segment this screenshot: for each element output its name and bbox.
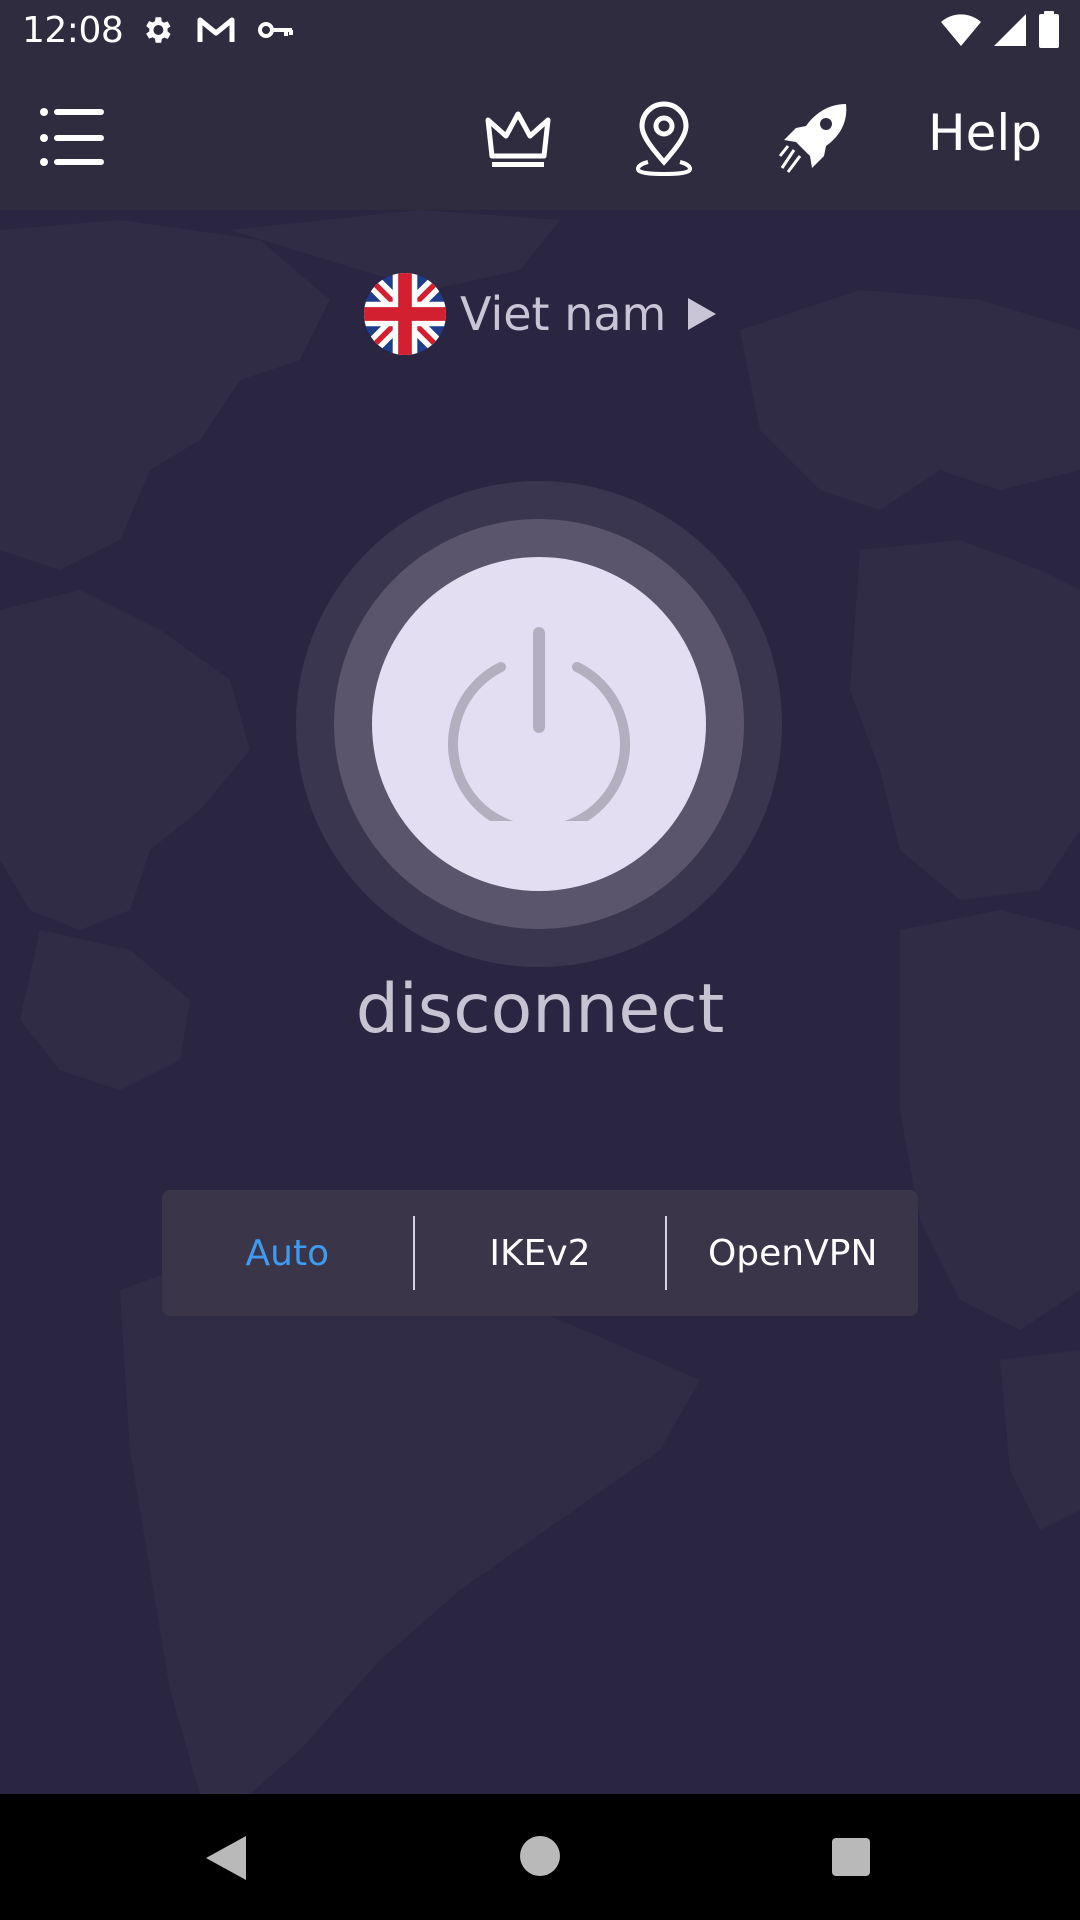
crown-icon (485, 111, 551, 167)
back-icon[interactable] (204, 1834, 248, 1882)
settings-icon (140, 13, 174, 52)
protocol-openvpn[interactable]: OpenVPN (667, 1190, 918, 1316)
premium-button[interactable] (482, 104, 554, 176)
status-time: 12:08 (22, 10, 124, 51)
uk-flag-icon (364, 273, 446, 355)
wifi-icon (940, 13, 982, 52)
status-icons-right (940, 10, 1060, 54)
location-pin-icon (635, 101, 693, 177)
connect-power-button[interactable] (372, 557, 706, 891)
menu-icon (40, 108, 104, 166)
status-icons-left (140, 14, 294, 50)
location-selector[interactable]: Viet nam (364, 272, 718, 356)
locations-button[interactable] (628, 100, 700, 177)
protocol-auto[interactable]: Auto (162, 1190, 413, 1316)
help-button[interactable]: Help (928, 104, 1042, 162)
rocket-icon (778, 104, 847, 173)
gmail-icon (196, 14, 236, 51)
battery-icon (1038, 10, 1060, 54)
play-arrow-icon (688, 298, 717, 330)
protocol-selector: Auto IKEv2 OpenVPN (162, 1190, 918, 1316)
navigation-bar (0, 1794, 1080, 1920)
menu-button[interactable] (38, 102, 110, 174)
protocol-ikev2[interactable]: IKEv2 (415, 1190, 666, 1316)
connection-status-label: disconnect (355, 970, 725, 1049)
power-icon (448, 627, 630, 821)
recents-icon[interactable] (832, 1838, 870, 1876)
app-bar: Help (0, 64, 1080, 210)
home-icon[interactable] (520, 1836, 560, 1876)
status-bar: 12:08 (0, 0, 1080, 64)
vpn-key-icon (258, 20, 294, 45)
location-name: Viet nam (460, 287, 667, 341)
signal-icon (992, 12, 1028, 53)
speed-boost-button[interactable] (776, 100, 852, 176)
